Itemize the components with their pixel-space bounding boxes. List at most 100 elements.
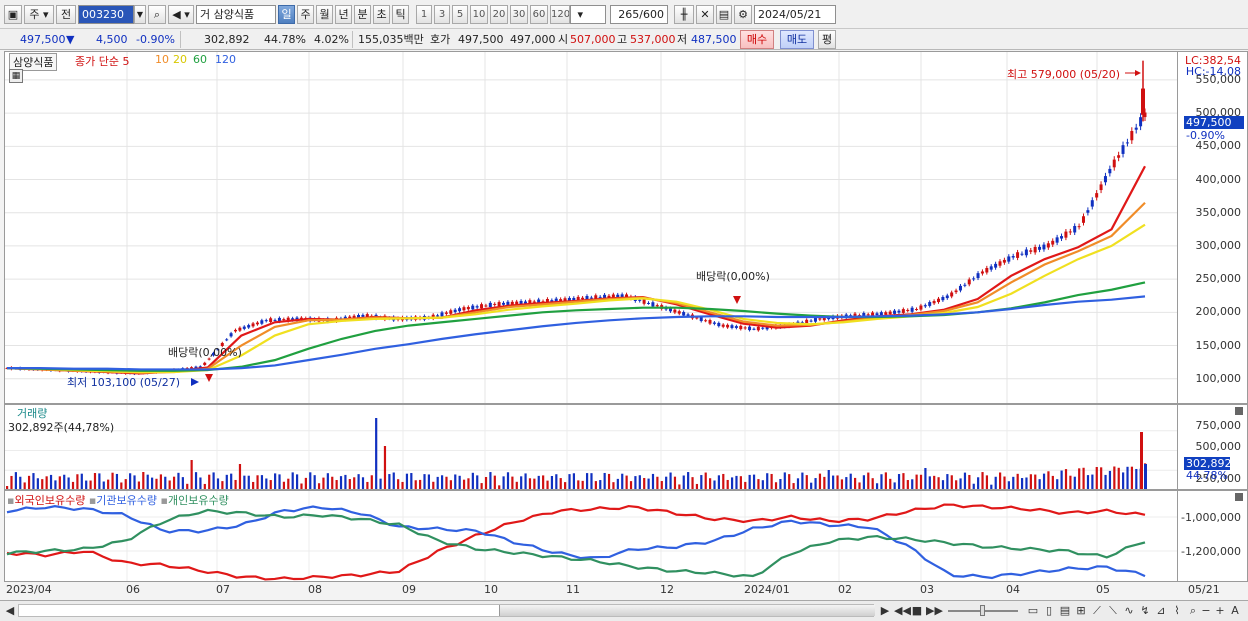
volume-bar [506, 472, 510, 489]
pane-close-icon[interactable] [1235, 407, 1243, 415]
legend-ma120[interactable]: 120 [215, 53, 236, 66]
count-total: /600 [639, 8, 664, 21]
data-count-field[interactable]: 265/600 [610, 5, 668, 24]
holdings-pane[interactable]: ▪외국인보유수량 ▪기관보유수량 ▪개인보유수량 [4, 490, 1178, 582]
trend-icon-4[interactable]: ↯ [1138, 601, 1152, 620]
interval-5-button[interactable]: 30 [510, 5, 528, 24]
candle-icon[interactable]: ╫ [674, 5, 694, 24]
scroll-thumb[interactable] [499, 605, 875, 616]
volume-bar [133, 475, 136, 489]
legend-ma60[interactable]: 60 [193, 53, 207, 66]
zoom-icon[interactable]: ⌕ [1186, 601, 1200, 620]
period-2-button[interactable]: 월 [316, 5, 333, 24]
volume-bar [36, 478, 39, 489]
volume-bar [383, 446, 387, 489]
volume-bar [234, 479, 237, 489]
volume-bar [1064, 469, 1068, 489]
volume-bar [871, 478, 874, 489]
volume-bar [67, 477, 70, 489]
gear-icon[interactable]: ⚙ [734, 5, 752, 24]
zoom-slider-handle[interactable] [980, 605, 985, 616]
prev-button[interactable]: 전 [56, 5, 76, 24]
window-menu-icon[interactable]: ▣ [4, 5, 22, 24]
layout-icon-4[interactable]: ⊞ [1074, 601, 1088, 620]
volume-bar [322, 477, 325, 489]
zoom-out-icon[interactable]: − [1200, 601, 1212, 620]
interval-4-button[interactable]: 20 [490, 5, 508, 24]
grid-toggle-icon[interactable]: ▦ [9, 69, 23, 83]
average-button[interactable]: 평 [818, 30, 836, 49]
speaker-icon[interactable]: ◀ ▾ [168, 5, 194, 24]
interval-custom-input[interactable]: ▾ [570, 5, 606, 24]
legend-foreign[interactable]: 외국인보유수량 [14, 494, 85, 507]
search-icon[interactable]: ⌕ [148, 5, 166, 24]
layout-icon-2[interactable]: ▯ [1042, 601, 1056, 620]
trend-icon-3[interactable]: ∿ [1122, 601, 1136, 620]
buy-button[interactable]: 매수 [740, 30, 774, 49]
price-pane[interactable]: 삼양식품 종가 단순 5 10 20 60 120 ▦ 최고 579,000 (… [4, 51, 1178, 404]
market-select[interactable]: 주 ▾ [24, 5, 54, 24]
volume-bar [669, 472, 672, 489]
trend-icon-1[interactable]: ⟋ [1090, 601, 1104, 620]
period-5-button[interactable]: 초 [373, 5, 390, 24]
interval-0-button[interactable]: 1 [416, 5, 432, 24]
scroll-left-icon[interactable]: ◀ [4, 601, 16, 620]
candle-body [989, 266, 993, 270]
candle-body [1121, 145, 1125, 154]
candle-body [884, 312, 888, 315]
volume-bar [766, 473, 769, 489]
rewind-icon[interactable]: ◀◀ [894, 601, 911, 620]
crosshair-icon[interactable]: ✕ [696, 5, 714, 24]
scroll-track[interactable] [18, 604, 875, 617]
trend-icon-5[interactable]: ⊿ [1154, 601, 1168, 620]
volume-bar [1135, 468, 1138, 489]
trend-icon-2[interactable]: ⟍ [1106, 601, 1120, 620]
volume-bar [1020, 478, 1024, 489]
candle-body [1073, 225, 1077, 233]
layout-icon-3[interactable]: ▤ [1058, 601, 1072, 620]
volume-bar [1126, 466, 1129, 489]
candle-body [712, 322, 716, 324]
pane-close-icon-2[interactable] [1235, 493, 1243, 501]
forward-icon[interactable]: ▶▶ [926, 601, 943, 620]
interval-3-button[interactable]: 10 [470, 5, 488, 24]
volume-bar [476, 475, 479, 489]
volume-bar [625, 475, 628, 489]
sell-button[interactable]: 매도 [780, 30, 814, 49]
stock-code-input[interactable]: 003230 [78, 5, 134, 24]
period-6-button[interactable]: 틱 [392, 5, 409, 24]
legend-ma10[interactable]: 10 [155, 53, 169, 66]
volume-bar [884, 472, 887, 489]
interval-2-button[interactable]: 5 [452, 5, 468, 24]
zoom-in-icon[interactable]: + [1214, 601, 1226, 620]
candle-body [941, 296, 945, 301]
price-legend-item[interactable]: 종가 단순 5 [75, 53, 129, 69]
stock-name-field[interactable]: 거 삼양식품 [196, 5, 276, 24]
layout-icon-1[interactable]: ▭ [1026, 601, 1040, 620]
current-volume-ratio: 44.78% [1186, 469, 1228, 482]
legend-individual[interactable]: 개인보유수량 [168, 494, 229, 507]
x-tick-label: 02 [838, 583, 852, 596]
volume-pane[interactable]: 거래량 302,892주(44,78%) [4, 404, 1178, 490]
interval-6-button[interactable]: 60 [530, 5, 548, 24]
interval-1-button[interactable]: 3 [434, 5, 450, 24]
code-dropdown-icon[interactable]: ▼ [134, 5, 146, 24]
interval-7-button[interactable]: 120 [550, 5, 570, 24]
stop-icon[interactable]: ■ [910, 601, 924, 620]
volume-bar [58, 476, 61, 489]
font-size-icon[interactable]: A [1228, 601, 1242, 620]
scroll-right-icon[interactable]: ▶ [878, 601, 892, 620]
candle-body [1125, 142, 1129, 144]
date-field[interactable]: 2024/05/21 [754, 5, 836, 24]
period-1-button[interactable]: 주 [297, 5, 314, 24]
legend-ma20[interactable]: 20 [173, 53, 187, 66]
volume-bar [889, 478, 892, 489]
quote-open: 507,000 [570, 33, 616, 46]
period-4-button[interactable]: 분 [354, 5, 371, 24]
period-0-button[interactable]: 일 [278, 5, 295, 24]
legend-institution[interactable]: 기관보유수량 [96, 494, 157, 507]
volume-bar [278, 474, 281, 489]
save-icon[interactable]: ▤ [716, 5, 732, 24]
trend-icon-6[interactable]: ⌇ [1170, 601, 1184, 620]
period-3-button[interactable]: 년 [335, 5, 352, 24]
